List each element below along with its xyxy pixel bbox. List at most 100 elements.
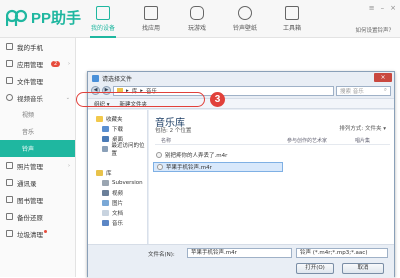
tab-label: 找应用 xyxy=(141,25,160,32)
tree-label: 收藏夹 xyxy=(106,117,123,123)
filename-input[interactable]: 苹果手机铃声.m4r xyxy=(187,248,292,258)
sidebar-item-label: 铃声 xyxy=(22,146,35,153)
tree-item-downloads[interactable]: 下载 xyxy=(88,124,147,134)
desktop-icon xyxy=(102,136,109,142)
tree-item-favorites[interactable]: 收藏夹 xyxy=(88,114,147,124)
tab-play-games[interactable]: 玩游戏 xyxy=(176,4,218,38)
sidebar-item-books[interactable]: 图书管理 xyxy=(0,191,75,208)
tree-item-documents[interactable]: 文档 xyxy=(88,208,147,218)
download-folder-icon xyxy=(102,126,109,132)
tree-label: 库 xyxy=(106,171,112,177)
tab-ringtones[interactable]: 铃声壁纸 xyxy=(224,4,266,38)
tree-label: 视频 xyxy=(112,191,124,197)
top-bar: PP助手 我的设备 找应用 玩游戏 铃声壁纸 工具箱 ≡ – × 如何设置铃声？ xyxy=(0,0,400,38)
file-item[interactable]: 别把疼你的人弄丢了.m4r xyxy=(153,150,283,160)
chevron-down-icon: ⌄ xyxy=(65,94,70,101)
tree-item-subversion[interactable]: Subversion xyxy=(88,178,147,188)
subversion-icon xyxy=(102,180,109,186)
chevron-right-icon: › xyxy=(68,162,70,169)
window-controls: ≡ – × xyxy=(369,4,396,12)
arrange-value[interactable]: 文件夹 ▾ xyxy=(365,126,386,132)
tree-label: 最近访问的位置 xyxy=(111,143,145,157)
tree-item-libraries[interactable]: 库 xyxy=(88,168,147,178)
library-icon xyxy=(96,170,103,176)
toolbox-icon xyxy=(285,6,299,20)
sidebar-item-label: 图书管理 xyxy=(17,196,43,205)
sidebar-item-cleanup[interactable]: 垃圾清理 xyxy=(0,225,75,242)
sidebar-item-backup[interactable]: 备份还原 xyxy=(0,208,75,225)
app-name: PP助手 xyxy=(31,10,82,27)
arrange-by[interactable]: 排列方式: 文件夹 ▾ xyxy=(339,124,386,132)
tree-label: 图片 xyxy=(112,201,124,207)
sidebar-item-file-manage[interactable]: 文件管理 xyxy=(0,72,75,89)
dialog-close-button[interactable]: × xyxy=(374,73,392,82)
dialog-title: 请选择文件 xyxy=(102,75,133,83)
photo-icon xyxy=(6,162,13,169)
sidebar-item-label: 照片管理 xyxy=(17,162,43,171)
sidebar-item-video-music[interactable]: 视频音乐 ⌄ xyxy=(0,89,75,106)
sidebar-item-label: 视频音乐 xyxy=(17,94,43,103)
tree-item-pictures[interactable]: 图片 xyxy=(88,198,147,208)
video-library-icon xyxy=(102,190,109,196)
document-library-icon xyxy=(102,210,109,216)
minimize-button[interactable]: – xyxy=(381,4,385,12)
sidebar-item-label: 应用管理 xyxy=(17,60,43,69)
navigation-tree: 收藏夹 下载 桌面 最近访问的位置 库 Subversion 视频 图片 文档 … xyxy=(88,110,148,244)
sidebar-item-music[interactable]: 音乐 xyxy=(0,123,75,140)
sidebar-item-label: 我的手机 xyxy=(17,43,43,52)
open-button[interactable]: 打开(O) xyxy=(296,263,334,274)
tab-label: 我的设备 xyxy=(90,25,115,32)
phone-icon xyxy=(6,43,13,50)
file-name: 别把疼你的人弄丢了.m4r xyxy=(165,153,228,159)
tree-label: Subversion xyxy=(112,180,143,186)
contacts-icon xyxy=(6,179,13,186)
chevron-right-icon: › xyxy=(68,60,70,67)
library-includes[interactable]: 包括: 2 个位置 xyxy=(155,128,191,134)
search-placeholder: 搜索 音乐 xyxy=(340,88,364,95)
cancel-button[interactable]: 取消 xyxy=(342,263,384,274)
sidebar-item-video[interactable]: 视频 xyxy=(0,106,75,123)
sidebar-item-app-manage[interactable]: 应用管理 2 › xyxy=(0,55,75,72)
tree-item-music[interactable]: 音乐 xyxy=(88,218,147,228)
file-item-selected[interactable]: 苹果手机铃声.m4r xyxy=(153,162,283,172)
step-marker: 3 xyxy=(210,92,225,107)
tree-item-recent[interactable]: 最近访问的位置 xyxy=(88,143,147,157)
column-headers: 名称 参与创作的艺术家 唱片集 xyxy=(155,137,390,145)
sidebar-item-contacts[interactable]: 通讯录 xyxy=(0,174,75,191)
apps-icon xyxy=(144,6,158,20)
music-icon xyxy=(6,94,13,101)
ringtone-icon xyxy=(238,6,252,20)
file-type-select[interactable]: 铃声 (*.m4r;*.mp3;*.aac) xyxy=(296,248,388,258)
sidebar-item-ringtone[interactable]: 铃声 xyxy=(0,140,75,157)
column-name[interactable]: 名称 xyxy=(161,137,171,144)
audio-file-icon xyxy=(156,152,162,158)
window-icon xyxy=(92,74,99,82)
tab-toolbox[interactable]: 工具箱 xyxy=(271,4,313,38)
sidebar-item-label: 备份还原 xyxy=(17,213,43,222)
close-button[interactable]: × xyxy=(390,4,396,12)
tree-item-videos[interactable]: 视频 xyxy=(88,188,147,198)
tab-find-apps[interactable]: 找应用 xyxy=(130,4,172,38)
tab-my-device[interactable]: 我的设备 xyxy=(82,4,124,38)
folder-icon xyxy=(6,77,13,84)
search-input[interactable]: 搜索 音乐 ⌕ xyxy=(336,85,391,96)
star-icon xyxy=(96,116,103,122)
sidebar-item-label: 音乐 xyxy=(22,129,35,136)
sidebar-item-label: 垃圾清理 xyxy=(17,230,43,239)
notification-dot xyxy=(44,230,47,233)
column-album[interactable]: 唱片集 xyxy=(355,137,370,144)
file-type-value: 铃声 (*.m4r;*.mp3;*.aac) xyxy=(300,250,368,256)
update-badge: 2 xyxy=(51,60,61,67)
dialog-footer: 文件名(N): 苹果手机铃声.m4r 铃声 (*.m4r;*.mp3;*.aac… xyxy=(88,244,394,278)
column-artist[interactable]: 参与创作的艺术家 xyxy=(287,137,327,144)
tab-label: 工具箱 xyxy=(282,25,301,32)
app-logo: PP助手 xyxy=(5,7,82,28)
sidebar-item-photo-manage[interactable]: 照片管理 › xyxy=(0,157,75,174)
tree-label: 音乐 xyxy=(112,221,124,227)
tree-label: 下载 xyxy=(112,127,124,133)
ringtone-help-link[interactable]: 如何设置铃声？ xyxy=(355,26,394,34)
menu-button[interactable]: ≡ xyxy=(369,4,375,12)
file-list-pane: 音乐库 包括: 2 个位置 排列方式: 文件夹 ▾ 名称 参与创作的艺术家 唱片… xyxy=(149,110,394,244)
gamepad-icon xyxy=(190,6,204,20)
sidebar-item-my-phone[interactable]: 我的手机 xyxy=(0,38,75,55)
